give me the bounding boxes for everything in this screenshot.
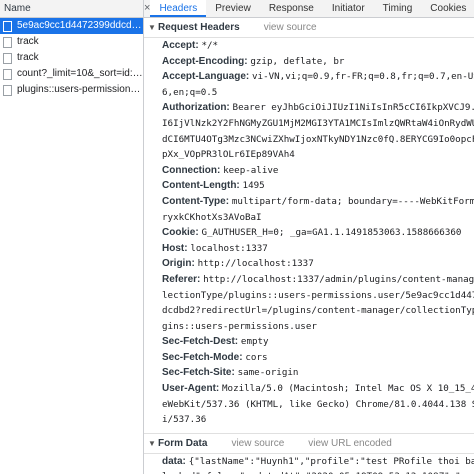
- header-row: Sec-Fetch-Site: same-origin: [144, 365, 474, 381]
- header-row: Cookie: G_AUTHUSER_H=0; _ga=GA1.1.149185…: [144, 225, 474, 241]
- header-value: same-origin: [237, 367, 299, 379]
- document-icon: [3, 84, 12, 96]
- document-icon: [3, 52, 12, 64]
- header-row: Authorization: Bearer eyJhbGciOiJIUzI1Ni…: [144, 100, 474, 162]
- header-value: empty: [240, 336, 269, 348]
- view-source-link[interactable]: view source: [264, 18, 317, 37]
- header-key: User-Agent:: [162, 383, 220, 395]
- header-value: gzip, deflate, br: [250, 55, 345, 67]
- request-item[interactable]: 5e9ac9cc1d4472399ddcdbd2: [0, 18, 143, 34]
- header-value: vi-VN,vi;q=0.9,fr-FR;q=0.8,fr;q=0.7,en-U…: [252, 71, 474, 83]
- tab-cookies[interactable]: Cookies: [421, 0, 474, 17]
- name-column-header[interactable]: Name: [0, 0, 143, 18]
- header-key: Referer:: [162, 273, 201, 285]
- request-item[interactable]: count?_limit=10&_sort=id:ASC...: [0, 66, 143, 82]
- header-key: Host:: [162, 242, 188, 254]
- header-key: Content-Length:: [162, 180, 240, 192]
- request-item[interactable]: track: [0, 34, 143, 50]
- header-key: Origin:: [162, 258, 195, 270]
- request-header-rows: Accept: */* Accept-Encoding: gzip, deflat…: [144, 38, 474, 428]
- triangle-down-icon: ▼: [148, 438, 156, 448]
- header-key: Sec-Fetch-Site:: [162, 367, 235, 379]
- header-key: Accept-Language:: [162, 71, 250, 83]
- header-value: 1495: [242, 180, 265, 192]
- header-value: http://localhost:1337/admin/plugins/cont…: [203, 273, 474, 285]
- header-value: cors: [245, 351, 268, 363]
- header-value-continuation: 6,en;q=0.5: [162, 86, 218, 98]
- header-row: Origin: http://localhost:1337: [144, 256, 474, 272]
- header-key: Connection:: [162, 164, 221, 176]
- request-item[interactable]: track: [0, 50, 143, 66]
- request-name: track: [17, 52, 39, 63]
- form-data-rows: data: {"lastName":"Huynh1","profile":"te…: [144, 454, 474, 474]
- header-value: G_AUTHUSER_H=0; _ga=GA1.1.1491853063.158…: [201, 227, 462, 239]
- header-row: Host: localhost:1337: [144, 241, 474, 257]
- header-value-continuation: dCI6MTU4OTg3Mzc3NCwiZXhwIjoxNTkyNDY1Nzc0…: [162, 133, 474, 145]
- view-source-link[interactable]: view source: [231, 434, 284, 453]
- header-value-continuation: pXx_VOpPR3lOLr6IEp89VAh4: [162, 149, 295, 161]
- header-row: Referer: http://localhost:1337/admin/plu…: [144, 272, 474, 334]
- tab-timing[interactable]: Timing: [374, 0, 422, 17]
- header-value: keep-alive: [223, 164, 279, 176]
- header-value-continuation: I6IjVlNzk2Y2FhNGMyZGU1MjM2MGI3YTA1MCIsIm…: [162, 117, 474, 129]
- header-key: Accept:: [162, 40, 199, 51]
- header-value: localhost:1337: [190, 242, 268, 254]
- header-value-continuation: locked":false,"updatedAt":"2020-05-19T09…: [162, 469, 474, 474]
- header-key: Sec-Fetch-Dest:: [162, 336, 239, 348]
- header-row: data: {"lastName":"Huynh1","profile":"te…: [144, 454, 474, 474]
- tab-preview[interactable]: Preview: [206, 0, 260, 17]
- header-value-continuation: dcdbd2?redirectUrl=/plugins/content-mana…: [162, 305, 474, 317]
- header-row: Accept-Encoding: gzip, deflate, br: [144, 54, 474, 70]
- section-title: Form Data: [158, 437, 208, 449]
- requests-panel: Name 5e9ac9cc1d4472399ddcdbd2 track trac…: [0, 0, 144, 474]
- header-key: Authorization:: [162, 102, 230, 114]
- header-value: */*: [201, 40, 219, 51]
- triangle-down-icon: ▼: [148, 23, 156, 32]
- header-key: data:: [162, 455, 186, 467]
- document-icon: [3, 20, 12, 32]
- header-row: Accept-Language: vi-VN,vi;q=0.9,fr-FR;q=…: [144, 69, 474, 100]
- request-name: 5e9ac9cc1d4472399ddcdbd2: [17, 20, 143, 31]
- header-value-continuation: lectionType/plugins::users-permissions.u…: [162, 289, 474, 301]
- header-value-continuation: gins::users-permissions.user: [162, 320, 317, 332]
- header-value-continuation: eWebKit/537.36 (KHTML, like Gecko) Chrom…: [162, 398, 474, 410]
- header-row: Connection: keep-alive: [144, 163, 474, 179]
- form-data-section-header[interactable]: ▼ Form Data view source view URL encoded: [144, 434, 474, 454]
- request-name: count?_limit=10&_sort=id:ASC...: [17, 68, 143, 79]
- header-key: Accept-Encoding:: [162, 55, 248, 67]
- header-row: Sec-Fetch-Dest: empty: [144, 334, 474, 350]
- header-row: User-Agent: Mozilla/5.0 (Macintosh; Inte…: [144, 381, 474, 428]
- request-headers-section-header[interactable]: ▼ Request Headers view source: [144, 18, 474, 38]
- details-panel: × Headers Preview Response Initiator Tim…: [144, 0, 474, 474]
- header-row: Content-Length: 1495: [144, 178, 474, 194]
- document-icon: [3, 36, 12, 48]
- section-title: Request Headers: [158, 22, 240, 33]
- header-row: Content-Type: multipart/form-data; bound…: [144, 194, 474, 225]
- request-name: plugins::users-permissions.use...: [17, 84, 143, 95]
- header-value: {"lastName":"Huynh1","profile":"test PRo…: [188, 455, 474, 467]
- detail-tabs: × Headers Preview Response Initiator Tim…: [144, 0, 474, 18]
- header-value-continuation: ryxkCKhotXs3AVoBaI: [162, 211, 262, 223]
- document-icon: [3, 68, 12, 80]
- header-value: http://localhost:1337: [197, 258, 314, 270]
- header-value: Bearer eyJhbGciOiJIUzI1NiIsInR5cCI6IkpXV…: [232, 102, 474, 114]
- header-key: Sec-Fetch-Mode:: [162, 351, 243, 363]
- header-value: multipart/form-data; boundary=----WebKit…: [231, 195, 474, 207]
- header-value: Mozilla/5.0 (Macintosh; Intel Mac OS X 1…: [222, 383, 474, 395]
- header-key: Content-Type:: [162, 195, 230, 207]
- tab-response[interactable]: Response: [260, 0, 323, 17]
- tab-initiator[interactable]: Initiator: [323, 0, 374, 17]
- view-url-encoded-link[interactable]: view URL encoded: [308, 434, 392, 453]
- header-row: Sec-Fetch-Mode: cors: [144, 350, 474, 366]
- header-key: Cookie:: [162, 227, 199, 239]
- header-row: Accept: */*: [144, 38, 474, 54]
- request-item[interactable]: plugins::users-permissions.use...: [0, 82, 143, 98]
- tab-headers[interactable]: Headers: [150, 0, 207, 17]
- request-list: 5e9ac9cc1d4472399ddcdbd2 track track cou…: [0, 18, 143, 98]
- request-name: track: [17, 36, 39, 47]
- header-value-continuation: i/537.36: [162, 414, 207, 426]
